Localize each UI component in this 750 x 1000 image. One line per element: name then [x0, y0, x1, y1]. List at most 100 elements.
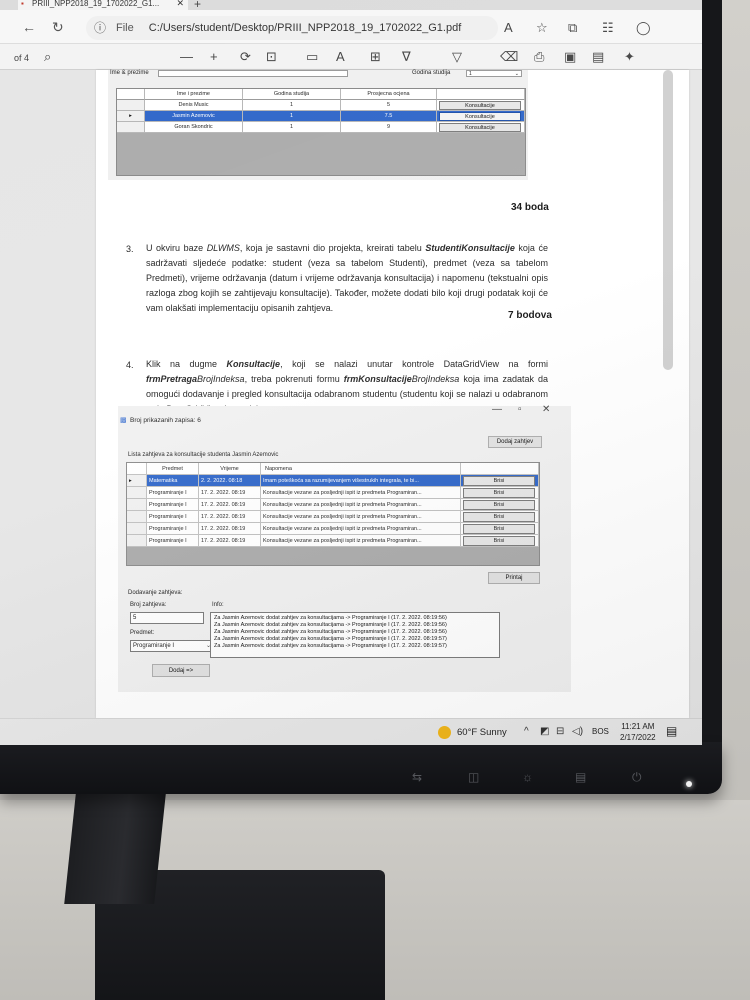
notifications-icon[interactable]: ▤ [666, 724, 677, 738]
save-as-icon[interactable]: ▤ [592, 49, 604, 65]
back-icon[interactable]: ← [22, 19, 36, 35]
column-header[interactable]: Ime i prezime [145, 89, 243, 100]
table-row[interactable]: Denis Music 1 5 Konsultacije [117, 100, 525, 111]
consultations-button[interactable]: Konsultacije [439, 123, 521, 132]
subject-select[interactable]: Programiranje I ⌄ [130, 640, 214, 652]
row-header[interactable] [127, 523, 147, 535]
pin-icon[interactable]: ✦ [624, 49, 635, 65]
collections-icon[interactable]: ⧉ [568, 20, 577, 36]
immersive-reader-icon[interactable]: ⊞ [370, 49, 381, 65]
cell-average[interactable]: 9 [341, 122, 437, 133]
row-header[interactable] [127, 499, 147, 511]
monitor-menu-icon[interactable]: ▤ [575, 770, 586, 784]
cell-year[interactable]: 1 [243, 100, 341, 111]
erase-icon[interactable]: ⌫ [500, 49, 518, 65]
cell-subject[interactable]: Matematika [147, 475, 199, 487]
cell-average[interactable]: 7.5 [341, 111, 437, 122]
monitor-input-icon[interactable]: ⇆ [412, 770, 422, 784]
table-row[interactable]: Programiranje I 17. 2. 2022. 08:19 Konsu… [127, 535, 539, 547]
zoom-in-icon[interactable]: + [210, 49, 218, 64]
cell-average[interactable]: 5 [341, 100, 437, 111]
delete-button[interactable]: Brisi [463, 512, 535, 522]
cell-time[interactable]: 17. 2. 2022. 08:19 [199, 487, 261, 499]
page-view-icon[interactable]: ▭ [306, 49, 318, 65]
rotate-icon[interactable]: ⟳ [240, 49, 251, 65]
favorites-bar-icon[interactable]: ☷ [602, 20, 614, 36]
zoom-out-icon[interactable]: — [180, 49, 193, 64]
cell-time[interactable]: 17. 2. 2022. 08:19 [199, 499, 261, 511]
cell-name[interactable]: Denis Music [145, 100, 243, 111]
delete-button[interactable]: Brisi [463, 476, 535, 486]
cell-time[interactable]: 17. 2. 2022. 08:19 [199, 535, 261, 547]
draw-icon[interactable]: ∇ [402, 49, 411, 65]
cell-note[interactable]: Konsultacije vezane za posljednji ispit … [261, 487, 461, 499]
name-input[interactable] [158, 70, 348, 77]
close-icon[interactable]: ✕ [542, 404, 550, 415]
monitor-picture-icon[interactable]: ◫ [468, 770, 479, 784]
minimize-icon[interactable]: — [492, 404, 502, 415]
row-header[interactable] [127, 487, 147, 499]
cell-subject[interactable]: Programiranje I [147, 499, 199, 511]
print-button[interactable]: Printaj [488, 572, 540, 584]
chevron-up-icon[interactable]: ^ [524, 726, 529, 737]
row-header[interactable] [127, 535, 147, 547]
add-request-button[interactable]: Dodaj zahtjev [488, 436, 542, 448]
tray-app-icon[interactable]: ◩ [540, 726, 549, 737]
cell-note[interactable]: Konsultacije vezane za posljednji ispit … [261, 511, 461, 523]
highlight-icon[interactable]: ▽ [452, 49, 462, 65]
table-row-selected[interactable]: ▸ Matematika 2. 2. 2022. 08:18 Imam pote… [127, 475, 539, 487]
find-icon[interactable]: ⌕ [44, 49, 51, 65]
column-header[interactable]: Prosjecna ocjena [341, 89, 437, 100]
consultations-button[interactable]: Konsultacije [439, 112, 521, 121]
clock[interactable]: 11:21 AM 2/17/2022 [620, 721, 656, 743]
info-log[interactable]: Za Jasmin Azemovic dodat zahtjev za kons… [210, 612, 500, 658]
table-row-selected[interactable]: ▸ Jasmin Azemovic 1 7.5 Konsultacije [117, 111, 525, 122]
cell-time[interactable]: 2. 2. 2022. 08:18 [199, 475, 261, 487]
column-header[interactable]: Godina studija [243, 89, 341, 100]
table-row[interactable]: Programiranje I 17. 2. 2022. 08:19 Konsu… [127, 523, 539, 535]
row-header[interactable]: ▸ [127, 475, 147, 487]
table-row[interactable]: Goran Skondric 1 9 Konsultacije [117, 122, 525, 133]
save-icon[interactable]: ▣ [564, 49, 576, 65]
weather-text[interactable]: 60°F Sunny [457, 727, 507, 738]
sun-icon[interactable] [438, 726, 451, 739]
delete-button[interactable]: Brisi [463, 488, 535, 498]
cell-subject[interactable]: Programiranje I [147, 535, 199, 547]
fit-page-icon[interactable]: ⊡ [266, 49, 277, 65]
info-icon[interactable]: ⓘ [94, 16, 106, 40]
cell-note[interactable]: Konsultacije vezane za posljednji ispit … [261, 523, 461, 535]
maximize-icon[interactable]: ▫ [518, 404, 522, 415]
monitor-brightness-icon[interactable]: ☼ [522, 770, 533, 784]
table-row[interactable]: Programiranje I 17. 2. 2022. 08:19 Konsu… [127, 511, 539, 523]
consultations-button[interactable]: Konsultacije [439, 101, 521, 110]
scrollbar[interactable] [663, 70, 673, 370]
cell-time[interactable]: 17. 2. 2022. 08:19 [199, 523, 261, 535]
cell-note[interactable]: Konsultacije vezane za posljednji ispit … [261, 499, 461, 511]
delete-button[interactable]: Brisi [463, 536, 535, 546]
refresh-icon[interactable]: ↻ [52, 19, 64, 36]
profile-icon[interactable]: ◯ [636, 20, 651, 36]
favorite-icon[interactable]: ☆ [536, 20, 548, 36]
delete-button[interactable]: Brisi [463, 500, 535, 510]
row-header[interactable]: ▸ [117, 111, 145, 122]
read-aloud-toolbar-icon[interactable]: A [336, 49, 345, 64]
read-aloud-icon[interactable]: A [504, 20, 513, 35]
tab-close-icon[interactable]: ✕ [176, 0, 184, 8]
table-row[interactable]: Programiranje I 17. 2. 2022. 08:19 Konsu… [127, 487, 539, 499]
volume-icon[interactable]: ◁) [572, 726, 583, 737]
table-row[interactable]: Programiranje I 17. 2. 2022. 08:19 Konsu… [127, 499, 539, 511]
network-icon[interactable]: ⊟ [556, 726, 564, 737]
cell-time[interactable]: 17. 2. 2022. 08:19 [199, 511, 261, 523]
row-header[interactable] [127, 511, 147, 523]
browser-tab[interactable]: ▪ PRIII_NPP2018_19_1702022_G1... ✕ [18, 0, 188, 10]
column-header[interactable]: Napomena [261, 463, 461, 475]
delete-button[interactable]: Brisi [463, 524, 535, 534]
column-header[interactable]: Predmet [147, 463, 199, 475]
cell-name[interactable]: Jasmin Azemovic [145, 111, 243, 122]
cell-note[interactable]: Imam poteškoća sa razumijevanjem višestr… [261, 475, 461, 487]
count-input[interactable]: 5 [130, 612, 204, 624]
cell-year[interactable]: 1 [243, 111, 341, 122]
print-icon[interactable]: ⎙ [534, 49, 544, 65]
cell-name[interactable]: Goran Skondric [145, 122, 243, 133]
cell-note[interactable]: Konsultacije vezane za posljednji ispit … [261, 535, 461, 547]
